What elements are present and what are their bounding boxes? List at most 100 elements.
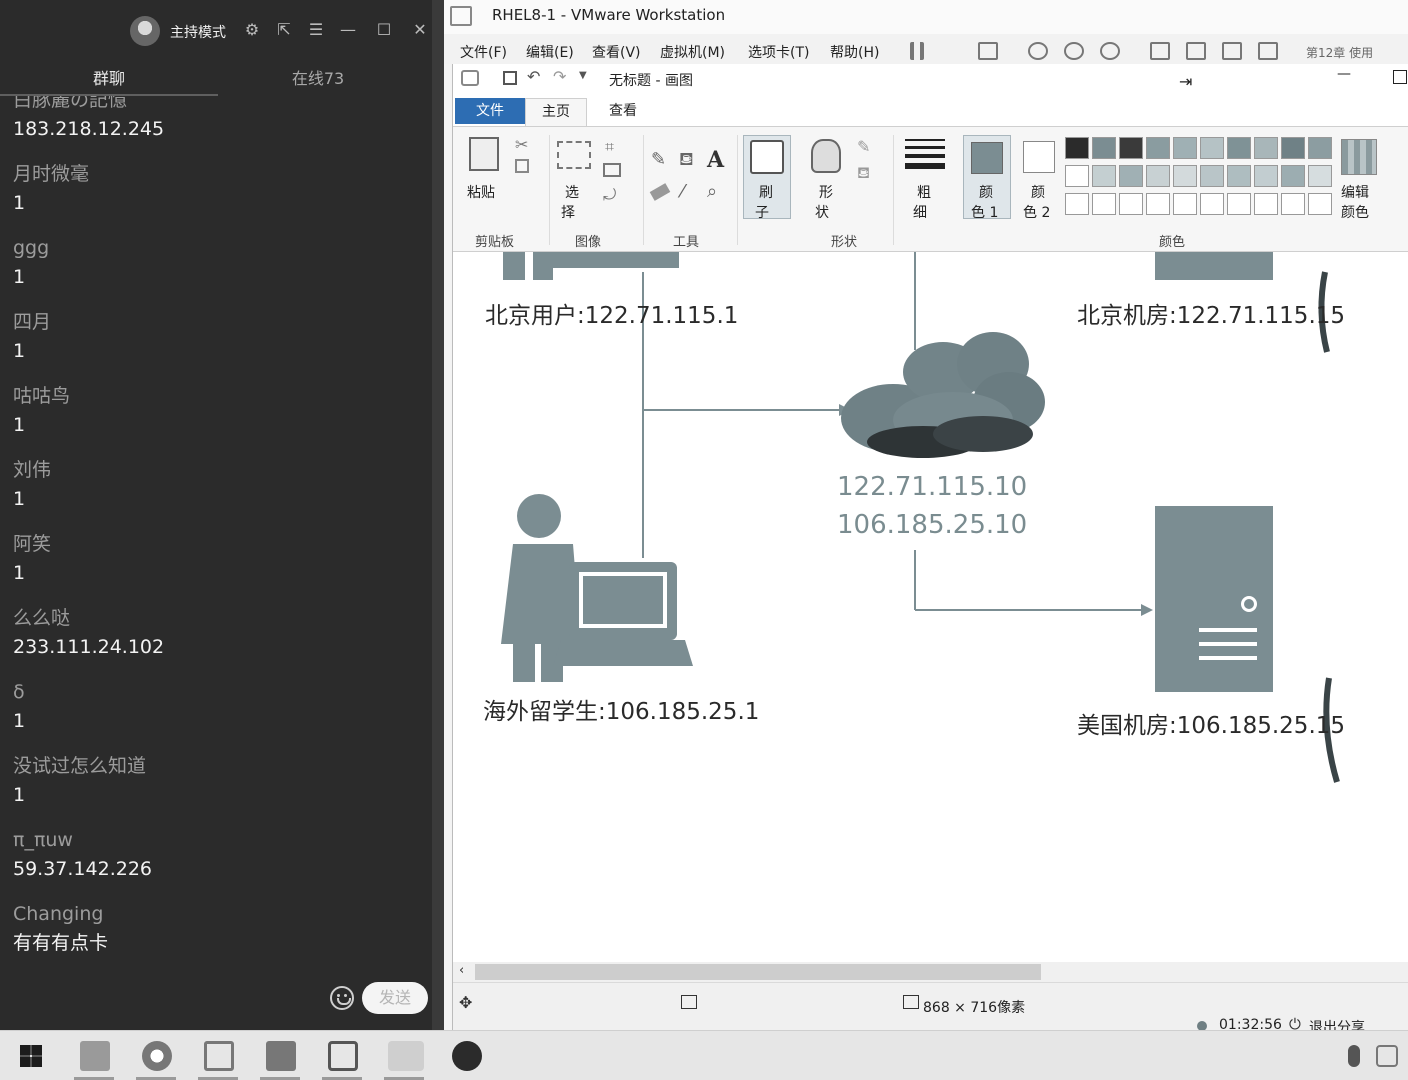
drawing-canvas[interactable]: 北京用户:122.71.115.1 北京机房:122.71.115.15 122… [453,252,1408,962]
fill-shape-icon[interactable]: ⛾ [857,163,870,184]
host-avatar[interactable] [130,16,160,46]
pause-icon[interactable] [910,42,924,60]
brush-label-2[interactable]: 子 [755,203,769,223]
palette-swatch[interactable] [1227,193,1251,215]
palette-swatch[interactable] [1281,165,1305,187]
palette-swatch[interactable] [1119,193,1143,215]
outline-icon[interactable]: ✎ [857,137,870,156]
palette-swatch[interactable] [1092,137,1116,159]
chrome-icon[interactable] [142,1041,172,1071]
revert-snapshot-icon[interactable] [1064,42,1084,60]
palette-swatch[interactable] [1227,137,1251,159]
app-icon[interactable] [328,1041,358,1071]
menu-vm[interactable]: 虚拟机(M) [660,42,725,62]
color2-label-1[interactable]: 颜 [1031,183,1045,203]
menu-file[interactable]: 文件(F) [460,42,507,62]
file-explorer-icon[interactable] [80,1041,110,1071]
paint-app-icon[interactable] [461,70,479,86]
meeting-icon[interactable] [452,1041,482,1071]
popout-icon[interactable]: ⇱ [274,20,294,40]
tab-group-chat[interactable]: 群聊 [0,62,218,96]
customize-qat-icon[interactable]: ▼ [579,70,587,81]
tab-view[interactable]: 查看 [593,98,653,124]
vm-tab[interactable]: 第12章 使用 [1306,44,1404,61]
fullscreen-icon[interactable] [1222,42,1242,60]
save-icon[interactable] [503,71,517,85]
palette-swatch[interactable] [1119,165,1143,187]
palette-swatch[interactable] [1146,165,1170,187]
pin-icon[interactable]: ⇥ [1179,72,1192,91]
send-button[interactable]: 发送 [362,982,428,1014]
horizontal-scrollbar[interactable]: ‹ [453,962,1408,982]
paste-label[interactable]: 粘贴 [467,183,495,203]
shape-label-1[interactable]: 形 [819,183,833,203]
close-icon[interactable]: ✕ [410,20,430,40]
menu-icon[interactable]: ☰ [306,20,326,40]
tray-app-icon[interactable] [1376,1045,1398,1067]
palette-swatch[interactable] [1308,137,1332,159]
palette-swatch[interactable] [1173,165,1197,187]
console-view-icon[interactable] [1186,42,1206,60]
palette-swatch[interactable] [1254,137,1278,159]
palette-swatch[interactable] [1200,137,1224,159]
palette-swatch[interactable] [1065,165,1089,187]
crop-icon[interactable]: ⌗ [605,137,614,157]
menu-edit[interactable]: 编辑(E) [526,42,574,62]
palette-swatch[interactable] [1092,193,1116,215]
tab-home[interactable]: 主页 [525,98,587,126]
maximize-icon[interactable] [1393,70,1407,84]
color2-swatch[interactable] [1023,141,1055,173]
scroll-left-icon[interactable]: ‹ [459,963,464,978]
media-icon[interactable] [266,1041,296,1071]
vmware-taskbar-icon[interactable] [204,1041,234,1071]
palette-swatch[interactable] [1065,137,1089,159]
chat-message-list[interactable]: 白豚麗の記憶 183.218.12.245 月时微毫 1 ggg 1 四月 1 … [0,96,432,966]
undo-icon[interactable]: ↶ [527,67,540,86]
palette-swatch[interactable] [1146,137,1170,159]
panel-divider[interactable] [432,0,444,1030]
palette-swatch[interactable] [1119,137,1143,159]
palette-swatch[interactable] [1146,193,1170,215]
color1-label-1[interactable]: 颜 [979,183,993,203]
palette-swatch[interactable] [1173,137,1197,159]
palette-swatch[interactable] [1200,193,1224,215]
scrollbar-thumb[interactable] [475,964,1041,980]
minimize-icon[interactable]: — [1337,66,1351,82]
copy-icon[interactable] [515,159,529,173]
edit-colors-label-2[interactable]: 颜色 [1341,203,1369,223]
paste-icon[interactable] [469,137,499,171]
palette-swatch[interactable] [1254,193,1278,215]
snapshot-icon[interactable] [1028,42,1048,60]
eraser-icon[interactable] [649,183,671,201]
brush-label-1[interactable]: 刷 [759,183,773,203]
size-label-1[interactable]: 粗 [917,183,931,203]
settings-icon[interactable]: ⚙ [242,20,262,40]
color1-label-2[interactable]: 色 1 [971,203,998,223]
unity-icon[interactable] [1258,42,1278,60]
palette-swatch[interactable] [1281,137,1305,159]
palette-swatch[interactable] [1065,193,1089,215]
palette-swatch[interactable] [1308,165,1332,187]
tab-file[interactable]: 文件 [455,98,525,124]
menu-tabs[interactable]: 选项卡(T) [748,42,809,62]
size-label-2[interactable]: 细 [913,203,927,223]
edit-colors-label-1[interactable]: 编辑 [1341,183,1369,203]
palette-swatch[interactable] [1254,165,1278,187]
rotate-icon[interactable]: ⤾ [603,185,616,205]
fill-icon[interactable]: ⛾ [679,149,694,173]
paint-taskbar-icon[interactable] [388,1041,424,1071]
shapes-icon[interactable] [811,139,841,173]
pencil-icon[interactable]: ✎ [651,149,666,170]
library-icon[interactable] [1150,42,1170,60]
edit-colors-icon[interactable] [1341,139,1377,175]
select-icon[interactable] [557,141,591,169]
palette-swatch[interactable] [1200,165,1224,187]
palette-swatch[interactable] [1227,165,1251,187]
palette-swatch[interactable] [1092,165,1116,187]
palette-swatch[interactable] [1308,193,1332,215]
menu-view[interactable]: 查看(V) [592,42,641,62]
text-tool-icon[interactable]: A [707,147,724,173]
resize-icon[interactable] [603,163,621,177]
send-keys-icon[interactable] [978,42,998,60]
microphone-icon[interactable] [1348,1045,1360,1067]
